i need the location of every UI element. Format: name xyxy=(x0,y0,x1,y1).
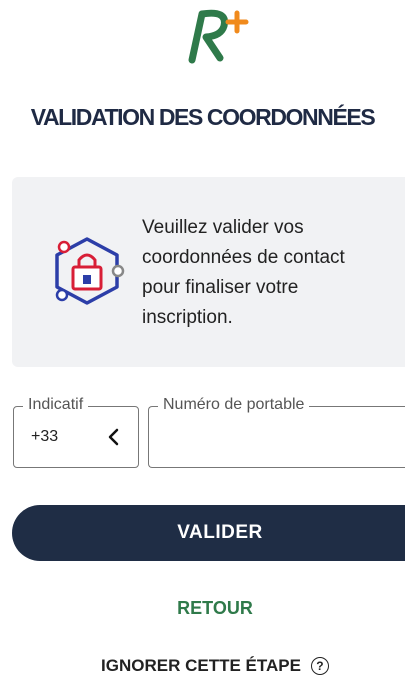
skip-step-label: IGNORER CETTE ÉTAPE xyxy=(101,656,301,675)
skip-step-button[interactable]: IGNORER CETTE ÉTAPE ? xyxy=(0,656,405,676)
page-title: VALIDATION DES COORDONNÉES xyxy=(30,104,376,130)
r-plus-logo xyxy=(188,9,249,64)
contact-lock-icon xyxy=(55,237,125,305)
info-card: Veuillez valider vos coordonnées de cont… xyxy=(12,177,405,367)
phone-number-input[interactable]: Numéro de portable xyxy=(148,396,405,468)
country-code-select[interactable]: Indicatif +33 xyxy=(13,396,139,468)
phone-number-label: Numéro de portable xyxy=(158,396,310,414)
chevron-left-icon[interactable] xyxy=(106,427,120,447)
help-icon[interactable]: ? xyxy=(310,657,329,675)
validate-button[interactable]: VALIDER xyxy=(12,505,405,561)
country-code-label: Indicatif xyxy=(23,396,89,414)
info-message: Veuillez valider vos coordonnées de cont… xyxy=(142,217,345,328)
country-code-value: +33 xyxy=(31,428,59,445)
back-button[interactable]: RETOUR xyxy=(0,598,405,619)
